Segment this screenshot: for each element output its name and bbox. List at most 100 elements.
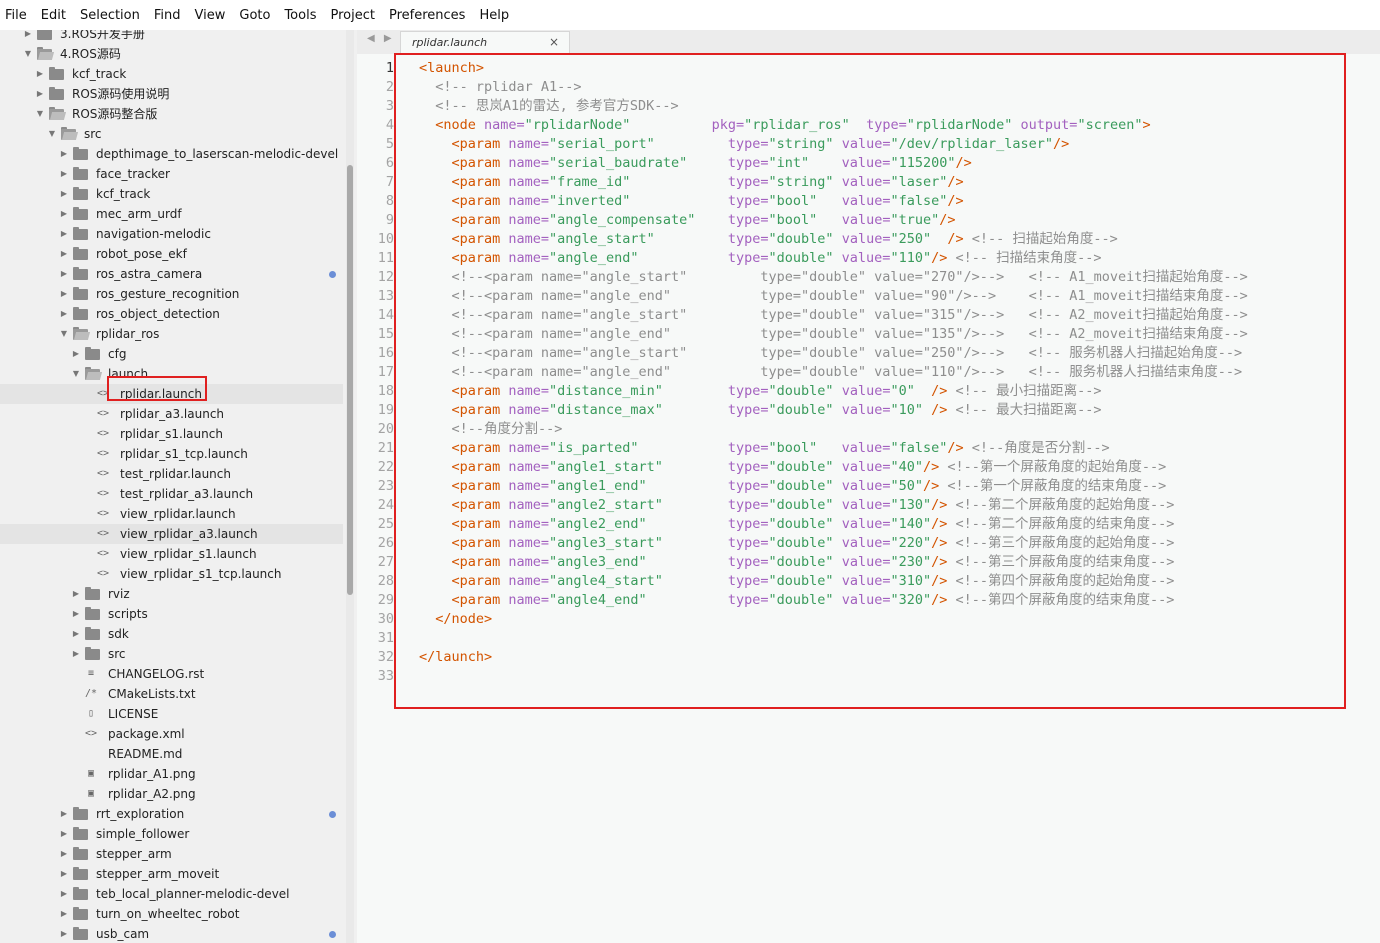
tree-item-label: rplidar_ros [96, 327, 160, 341]
tree-folder[interactable]: ▶ mec_arm_urdf [0, 204, 343, 224]
chevron-right-icon[interactable]: ▶ [59, 824, 69, 844]
tree-file[interactable]: ▣ rplidar_A2.png [0, 784, 343, 804]
chevron-right-icon[interactable]: ▶ [59, 904, 69, 924]
tree-folder[interactable]: ▶ depthimage_to_laserscan-melodic-devel [0, 144, 343, 164]
sidebar-scrollbar[interactable] [346, 30, 354, 943]
line-number: 19 [377, 402, 394, 418]
tab-nav-arrows[interactable]: ◀ ▶ [367, 33, 395, 44]
tree-file[interactable]: <> view_rplidar_s1_tcp.launch [0, 564, 343, 584]
tree-file[interactable]: <> test_rplidar.launch [0, 464, 343, 484]
chevron-right-icon[interactable]: ▶ [71, 344, 81, 364]
tree-folder[interactable]: ▶ teb_local_planner-melodic-devel [0, 884, 343, 904]
chevron-right-icon[interactable]: ▶ [59, 924, 69, 943]
chevron-right-icon[interactable]: ▶ [59, 864, 69, 884]
tree-item-label: rplidar_a3.launch [120, 407, 225, 421]
tree-folder[interactable]: ▶ navigation-melodic [0, 224, 343, 244]
folder-open-icon [85, 367, 103, 380]
chevron-down-icon[interactable]: ▼ [35, 104, 45, 124]
chevron-right-icon[interactable]: ▶ [71, 624, 81, 644]
tree-folder[interactable]: ▶ ros_gesture_recognition [0, 284, 343, 304]
chevron-right-icon[interactable]: ▶ [59, 884, 69, 904]
tree-folder[interactable]: ▼ rplidar_ros [0, 324, 343, 344]
menu-item-preferences[interactable]: Preferences [383, 7, 471, 25]
chevron-right-icon[interactable]: ▶ [59, 304, 69, 324]
chevron-right-icon[interactable]: ▶ [59, 224, 69, 244]
tree-file[interactable]: <> rplidar_s1_tcp.launch [0, 444, 343, 464]
folder-icon [37, 30, 52, 40]
chevron-right-icon[interactable]: ▶ [35, 64, 45, 84]
tree-file[interactable]: ▣ rplidar_A1.png [0, 764, 343, 784]
menu-item-selection[interactable]: Selection [74, 7, 146, 25]
folder-icon [73, 167, 88, 180]
chevron-right-icon[interactable]: ▶ [59, 264, 69, 284]
tree-file[interactable]: ≡ CHANGELOG.rst [0, 664, 343, 684]
tab-rplidar-launch[interactable]: rplidar.launch × [400, 31, 570, 54]
chevron-right-icon[interactable]: ▶ [59, 284, 69, 304]
tree-folder[interactable]: ▶ src [0, 644, 343, 664]
tree-folder[interactable]: ▶ scripts [0, 604, 343, 624]
tree-folder[interactable]: ▶ face_tracker [0, 164, 343, 184]
line-number: 33 [377, 668, 394, 684]
chevron-right-icon[interactable]: ▶ [35, 84, 45, 104]
tree-file[interactable]: <> rplidar_a3.launch [0, 404, 343, 424]
menu-item-file[interactable]: File [0, 7, 33, 25]
tree-folder[interactable]: ▶ 3.ROS开发手册 [0, 30, 343, 44]
tree-folder[interactable]: ▶ kcf_track [0, 184, 343, 204]
tree-folder[interactable]: ▶ rrt_exploration [0, 804, 343, 824]
chevron-right-icon[interactable]: ▶ [59, 244, 69, 264]
menu-item-help[interactable]: Help [473, 7, 515, 25]
tree-folder[interactable]: ▶ turn_on_wheeltec_robot [0, 904, 343, 924]
tree-file[interactable]: <> view_rplidar.launch [0, 504, 343, 524]
tree-folder[interactable]: ▶ ROS源码使用说明 [0, 84, 343, 104]
chevron-right-icon[interactable]: ▶ [23, 30, 33, 44]
tree-folder[interactable]: ▼ src [0, 124, 343, 144]
menu-item-project[interactable]: Project [324, 7, 380, 25]
tree-folder[interactable]: ▶ sdk [0, 624, 343, 644]
tree-folder[interactable]: ▶ simple_follower [0, 824, 343, 844]
tree-item-label: ROS源码使用说明 [72, 87, 170, 101]
menu-item-tools[interactable]: Tools [278, 7, 322, 25]
tree-file[interactable]: <> rplidar_s1.launch [0, 424, 343, 444]
menu-item-goto[interactable]: Goto [233, 7, 276, 25]
tree-folder[interactable]: ▶ robot_pose_ekf [0, 244, 343, 264]
folder-icon [73, 847, 88, 860]
tree-folder[interactable]: ▶ cfg [0, 344, 343, 364]
tree-folder[interactable]: ▶ stepper_arm [0, 844, 343, 864]
chevron-right-icon[interactable]: ▶ [59, 204, 69, 224]
file-type-icon: <> [96, 568, 110, 579]
tree-folder[interactable]: ▶ stepper_arm_moveit [0, 864, 343, 884]
tree-file[interactable]: <> view_rplidar_s1.launch [0, 544, 343, 564]
tree-file[interactable]: /* CMakeLists.txt [0, 684, 343, 704]
chevron-right-icon[interactable]: ▶ [71, 604, 81, 624]
chevron-right-icon[interactable]: ▶ [59, 164, 69, 184]
tab-close-icon[interactable]: × [549, 35, 559, 49]
folder-icon [49, 87, 64, 100]
tree-folder[interactable]: ▶ kcf_track [0, 64, 343, 84]
chevron-right-icon[interactable]: ▶ [59, 184, 69, 204]
chevron-right-icon[interactable]: ▶ [71, 584, 81, 604]
tree-folder[interactable]: ▼ ROS源码整合版 [0, 104, 343, 124]
chevron-right-icon[interactable]: ▶ [59, 804, 69, 824]
chevron-right-icon[interactable]: ▶ [59, 844, 69, 864]
menu-item-view[interactable]: View [189, 7, 232, 25]
tree-folder[interactable]: ▶ ros_astra_camera [0, 264, 343, 284]
menu-item-find[interactable]: Find [148, 7, 187, 25]
tree-folder[interactable]: ▼ 4.ROS源码 [0, 44, 343, 64]
sidebar-scrollbar-thumb[interactable] [347, 165, 353, 595]
chevron-down-icon[interactable]: ▼ [59, 324, 69, 344]
chevron-down-icon[interactable]: ▼ [23, 44, 33, 64]
chevron-down-icon[interactable]: ▼ [47, 124, 57, 144]
menu-item-edit[interactable]: Edit [35, 7, 72, 25]
tree-file[interactable]: README.md [0, 744, 343, 764]
chevron-down-icon[interactable]: ▼ [71, 364, 81, 384]
tree-file[interactable]: ▯ LICENSE [0, 704, 343, 724]
line-number: 20 [377, 421, 394, 437]
tree-folder[interactable]: ▶ ros_object_detection [0, 304, 343, 324]
tree-folder[interactable]: ▶ usb_cam [0, 924, 343, 943]
tree-file[interactable]: <> view_rplidar_a3.launch [0, 524, 343, 544]
chevron-right-icon[interactable]: ▶ [71, 644, 81, 664]
chevron-right-icon[interactable]: ▶ [59, 144, 69, 164]
tree-file[interactable]: <> test_rplidar_a3.launch [0, 484, 343, 504]
tree-folder[interactable]: ▶ rviz [0, 584, 343, 604]
tree-file[interactable]: <> package.xml [0, 724, 343, 744]
